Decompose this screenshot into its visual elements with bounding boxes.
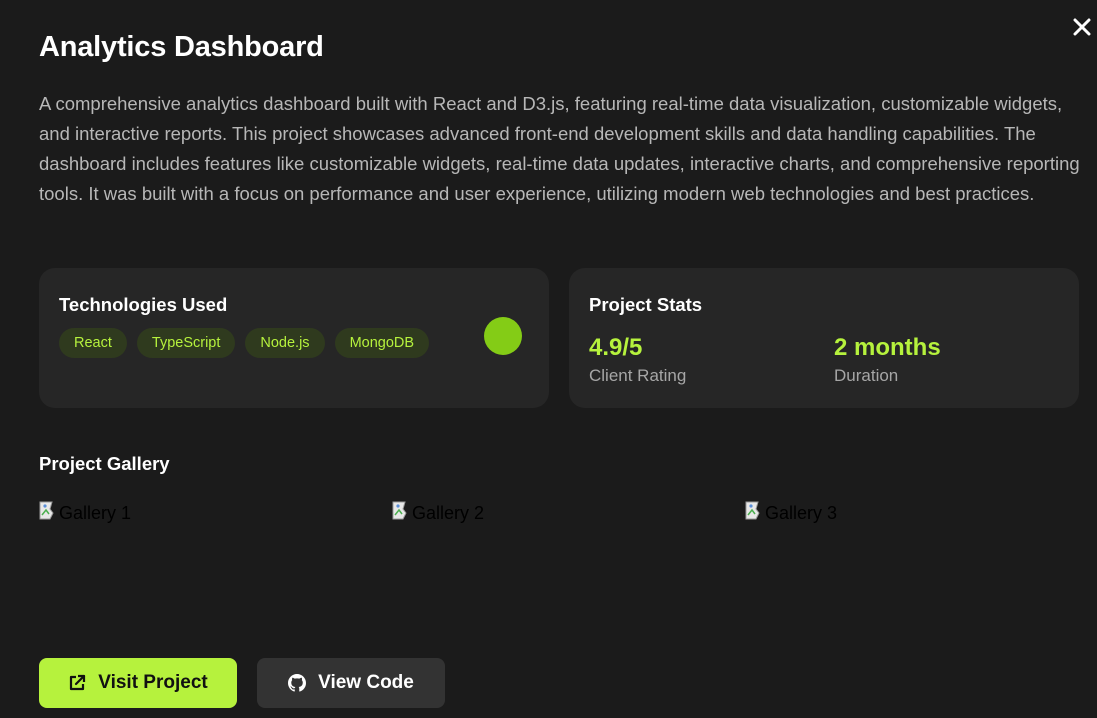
page-title: Analytics Dashboard	[39, 31, 324, 63]
broken-image-icon	[745, 501, 760, 520]
github-icon	[288, 674, 307, 692]
duration-label: Duration	[834, 366, 899, 385]
stat-client-rating: 4.9/5 Client Rating	[589, 334, 686, 386]
project-description: A comprehensive analytics dashboard buil…	[39, 93, 1080, 204]
technology-tags: React TypeScript Node.js MongoDB	[59, 328, 430, 358]
broken-image-icon	[39, 501, 54, 520]
external-link-icon	[68, 674, 86, 692]
tech-tag-react: React	[59, 328, 127, 358]
close-button[interactable]	[1071, 16, 1093, 38]
visit-project-button[interactable]: Visit Project	[39, 658, 237, 708]
stat-duration: 2 months Duration	[834, 334, 941, 386]
project-stats-card: Project Stats 4.9/5 Client Rating 2 mont…	[569, 268, 1079, 408]
broken-image-icon	[392, 501, 407, 520]
technologies-card: Technologies Used React TypeScript Node.…	[39, 268, 549, 408]
project-stats-title: Project Stats	[589, 294, 703, 315]
gallery-alt-text: Gallery 3	[765, 503, 838, 523]
rating-value: 4.9/5	[589, 334, 643, 361]
technologies-title: Technologies Used	[59, 294, 228, 315]
view-code-button[interactable]: View Code	[257, 658, 445, 708]
tech-tag-typescript: TypeScript	[136, 328, 236, 358]
duration-value: 2 months	[834, 334, 941, 361]
project-modal: Analytics Dashboard A comprehensive anal…	[0, 0, 1097, 718]
view-code-label: View Code	[318, 672, 414, 693]
gallery-image-2[interactable]: Gallery 2	[392, 500, 484, 524]
gallery-alt-text: Gallery 1	[59, 503, 132, 523]
gallery-title: Project Gallery	[39, 453, 170, 474]
gallery-alt-text: Gallery 2	[412, 503, 485, 523]
visit-project-label: Visit Project	[98, 672, 208, 693]
status-indicator	[484, 317, 522, 355]
tech-tag-mongodb: MongoDB	[334, 328, 430, 358]
gallery-image-3[interactable]: Gallery 3	[745, 500, 837, 524]
close-icon	[1073, 18, 1091, 36]
rating-label: Client Rating	[589, 366, 687, 385]
gallery-image-1[interactable]: Gallery 1	[39, 500, 131, 524]
tech-tag-nodejs: Node.js	[245, 328, 325, 358]
